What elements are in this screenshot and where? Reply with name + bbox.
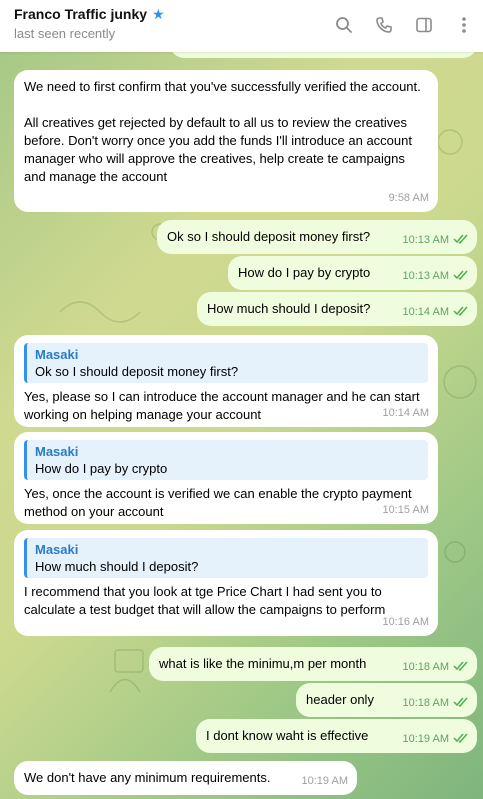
chat-title-area[interactable]: Franco Traffic junky ★ last seen recentl…	[14, 6, 165, 41]
reply-quote-name: Masaki	[35, 542, 79, 557]
message-bubble-outgoing[interactable]: header only 10:18 AM	[296, 683, 477, 717]
message-bubble-outgoing[interactable]: How do I pay by crypto 10:13 AM	[228, 256, 477, 290]
message-bubble-incoming[interactable]: We need to first confirm that you've suc…	[14, 70, 438, 212]
message-text: Yes, once the account is verified we can…	[24, 486, 416, 519]
message-time: 10:19 AM	[301, 775, 348, 787]
reply-quote-name: Masaki	[35, 347, 79, 362]
message-text: Yes, please so I can introduce the accou…	[24, 389, 424, 422]
message-time: 10:19 AM	[402, 733, 449, 745]
chat-header: Franco Traffic junky ★ last seen recentl…	[0, 0, 483, 52]
reply-quote-text: How do I pay by crypto	[35, 461, 168, 476]
message-text: I recommend that you look at tge Price C…	[24, 584, 386, 617]
reply-quote-text: How much should I deposit?	[35, 559, 199, 574]
reply-quote[interactable]: Masaki How much should I deposit?	[24, 538, 428, 578]
sidebar-toggle-icon[interactable]	[411, 12, 437, 38]
message-time: 10:14 AM	[402, 306, 449, 318]
star-icon: ★	[152, 6, 165, 22]
message-bubble-incoming[interactable]: Masaki How do I pay by crypto Yes, once …	[14, 432, 438, 524]
message-bubble-incoming[interactable]: Masaki Ok so I should deposit money firs…	[14, 335, 438, 427]
double-check-icon	[453, 694, 469, 712]
phone-icon[interactable]	[371, 12, 397, 38]
more-vertical-icon[interactable]	[451, 12, 477, 38]
message-bubble-incoming[interactable]: We don't have any minimum requirements. …	[14, 761, 357, 795]
message-time: 10:15 AM	[382, 504, 429, 516]
double-check-icon	[453, 730, 469, 748]
message-time: 10:13 AM	[402, 234, 449, 246]
message-time: 10:16 AM	[382, 616, 429, 628]
double-check-icon	[453, 658, 469, 676]
message-time: 10:13 AM	[402, 270, 449, 282]
reply-quote-text: Ok so I should deposit money first?	[35, 364, 239, 379]
reply-quote[interactable]: Masaki Ok so I should deposit money firs…	[24, 343, 428, 383]
message-text: We don't have any minimum requirements.	[24, 770, 271, 785]
message-bubble-incoming[interactable]: Masaki How much should I deposit? I reco…	[14, 530, 438, 636]
message-time: 10:18 AM	[402, 697, 449, 709]
reply-quote[interactable]: Masaki How do I pay by crypto	[24, 440, 428, 480]
chat-title: Franco Traffic junky ★	[14, 6, 165, 22]
chat-status: last seen recently	[14, 26, 116, 41]
message-time: 10:14 AM	[382, 407, 429, 419]
reply-quote-name: Masaki	[35, 444, 79, 459]
message-bubble-outgoing[interactable]: Ok so I should deposit money first? 10:1…	[157, 220, 477, 254]
search-icon[interactable]	[331, 12, 357, 38]
double-check-icon	[453, 231, 469, 249]
message-bubble-outgoing[interactable]: How much should I deposit? 10:14 AM	[197, 292, 477, 326]
message-time: 10:18 AM	[402, 661, 449, 673]
message-time: 9:58 AM	[388, 192, 429, 204]
double-check-icon	[453, 267, 469, 285]
message-bubble-outgoing[interactable]: I dont know waht is effective 10:19 AM	[196, 719, 477, 753]
message-bubble-outgoing[interactable]: what is like the minimu,m per month 10:1…	[149, 647, 477, 681]
chat-title-text: Franco Traffic junky	[14, 6, 148, 22]
double-check-icon	[453, 303, 469, 321]
message-text: We need to first confirm that you've suc…	[24, 79, 421, 184]
